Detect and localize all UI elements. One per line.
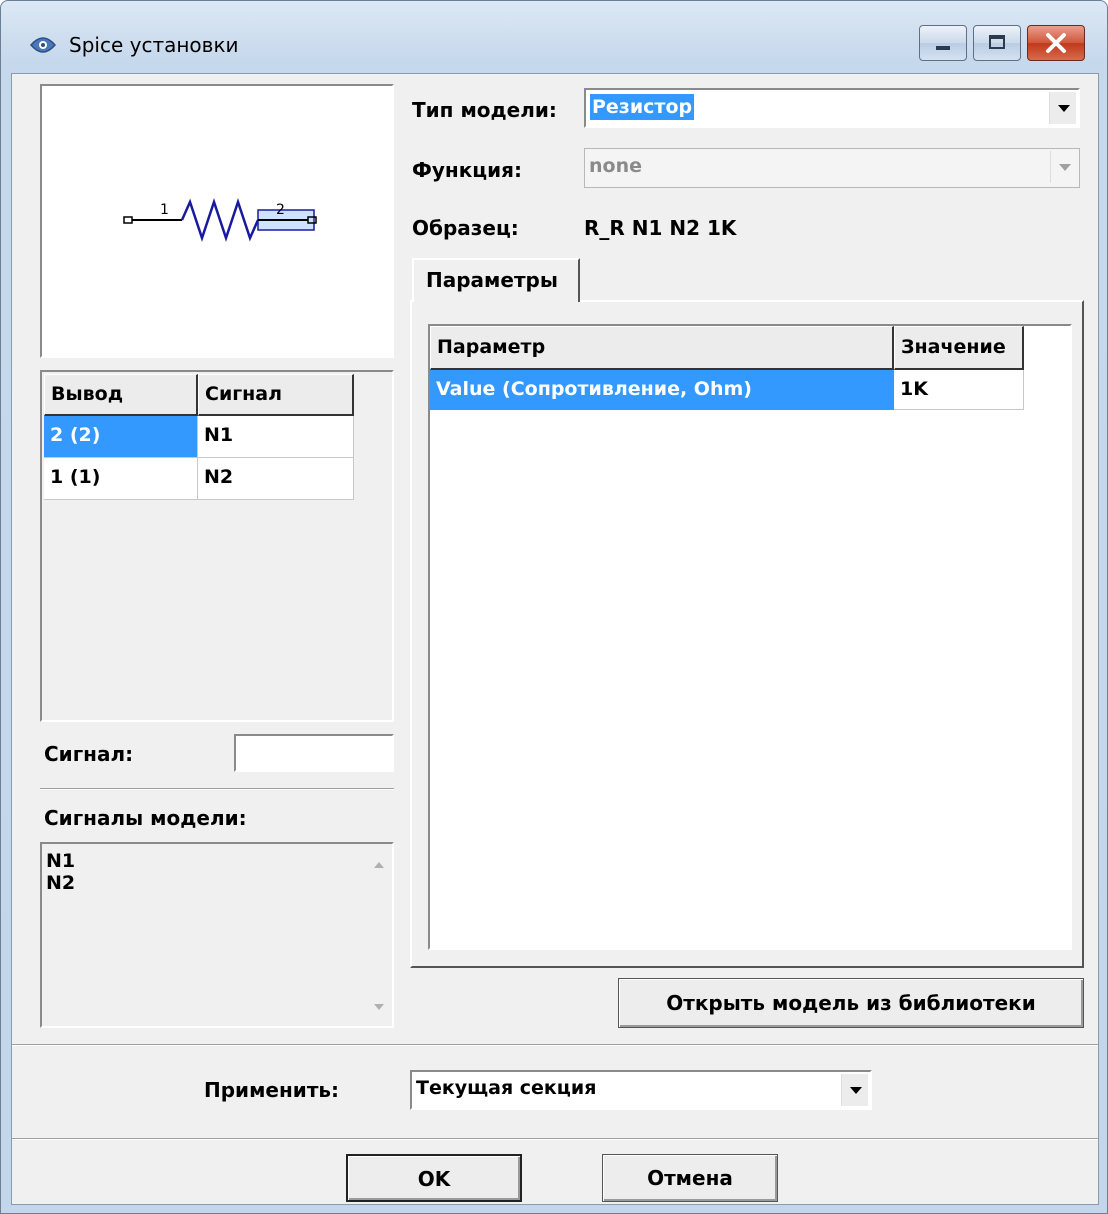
pins-header-pin[interactable]: Вывод [44, 374, 198, 416]
pins-table[interactable]: Вывод Сигнал 2 (2) N1 1 (1) N2 [40, 370, 394, 722]
model-signals-list[interactable]: N1 N2 [40, 842, 394, 1028]
model-type-value: Резистор [590, 94, 695, 120]
pins-header-signal[interactable]: Сигнал [198, 374, 354, 416]
separator [40, 788, 394, 790]
function-label: Функция: [412, 158, 522, 182]
tab-parameters-label: Параметры [426, 268, 558, 292]
pin2-number: 2 [276, 202, 285, 218]
dialog-body: 1 2 Вывод Сигнал 2 (2) N1 1 (1) N2 Сигна… [11, 73, 1099, 1205]
apply-label: Применить: [204, 1078, 340, 1102]
pins-row1-signal[interactable]: N1 [198, 416, 354, 458]
vertical-scrollbar[interactable] [366, 844, 392, 1026]
signal-input[interactable] [234, 734, 394, 772]
params-header-param[interactable]: Параметр [430, 326, 894, 370]
spice-settings-window: Spice установки 1 2 Вывод Сигнал 2 (2) N… [0, 0, 1108, 1214]
pin1-number: 1 [160, 202, 169, 218]
sample-value: R_R N1 N2 1K [584, 216, 737, 240]
minimize-button[interactable] [919, 25, 967, 61]
pins-row2-signal[interactable]: N2 [198, 458, 354, 500]
tab-parameters[interactable]: Параметры [412, 258, 580, 302]
maximize-button[interactable] [973, 25, 1021, 61]
sample-label: Образец: [412, 216, 519, 240]
resistor-symbol: 1 2 [123, 198, 317, 242]
model-signals-label: Сигналы модели: [44, 806, 247, 830]
apply-value: Текущая секция [416, 1077, 597, 1099]
model-type-select[interactable]: Резистор [584, 88, 1080, 128]
function-value: none [589, 155, 642, 177]
chevron-down-icon[interactable] [1049, 92, 1076, 124]
divider-bottom [12, 1138, 1098, 1140]
tab-panel: Параметр Значение Value (Сопротивление, … [410, 300, 1084, 968]
signal-label: Сигнал: [44, 742, 134, 766]
pins-row2-pin[interactable]: 1 (1) [44, 458, 198, 500]
minimize-icon [936, 46, 950, 50]
chevron-down-icon [1050, 151, 1077, 183]
function-select[interactable]: none [584, 148, 1080, 188]
app-eye-icon [30, 37, 56, 53]
pins-row1-pin[interactable]: 2 (2) [44, 416, 198, 458]
chevron-down-icon[interactable] [841, 1074, 868, 1106]
params-table[interactable]: Параметр Значение Value (Сопротивление, … [428, 324, 1072, 950]
params-row1-param[interactable]: Value (Сопротивление, Ohm) [430, 370, 894, 410]
scroll-down-icon[interactable] [366, 992, 392, 1022]
scroll-up-icon[interactable] [366, 848, 392, 878]
model-signal-item[interactable]: N1 [46, 850, 75, 872]
close-button[interactable] [1027, 25, 1085, 61]
cancel-button[interactable]: Отмена [602, 1154, 778, 1202]
close-icon [1046, 33, 1066, 53]
params-header-value[interactable]: Значение [894, 326, 1024, 370]
window-controls [913, 25, 1085, 63]
open-library-button[interactable]: Открыть модель из библиотеки [618, 978, 1084, 1028]
divider-top [12, 1044, 1098, 1046]
window-title: Spice установки [69, 33, 239, 57]
apply-select[interactable]: Текущая секция [410, 1070, 872, 1110]
maximize-icon [989, 35, 1005, 49]
title-bar[interactable]: Spice установки [1, 1, 1107, 73]
model-signal-item[interactable]: N2 [46, 872, 75, 894]
symbol-preview: 1 2 [40, 84, 394, 358]
model-type-label: Тип модели: [412, 98, 557, 122]
params-row1-value[interactable]: 1K [894, 370, 1024, 410]
ok-button[interactable]: OK [346, 1154, 522, 1202]
